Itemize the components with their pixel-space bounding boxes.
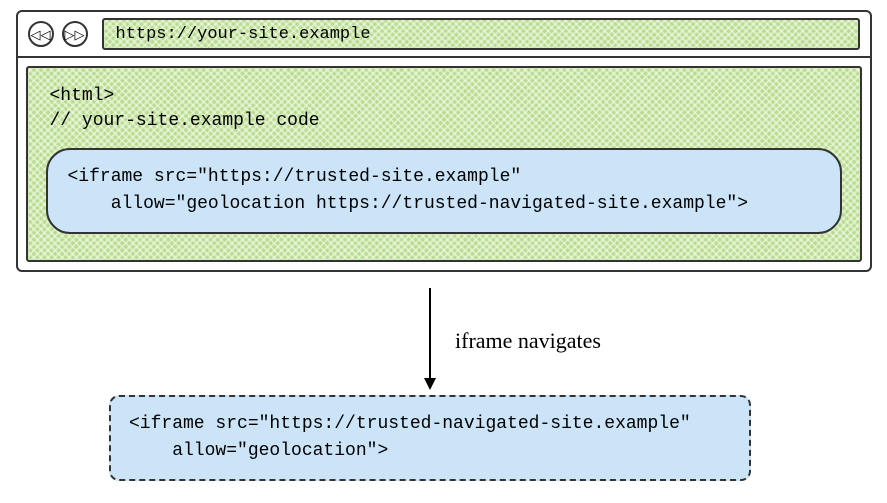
arrow-line [429,288,431,388]
browser-window: ◁◁ ▷▷ https://your-site.example <html> /… [16,10,872,272]
page-body: <html> // your-site.example code <iframe… [18,58,870,270]
arrow-head-icon [424,378,436,390]
iframe-after: <iframe src="https://trusted-navigated-s… [109,395,751,481]
url-bar[interactable]: https://your-site.example [102,18,860,50]
back-button[interactable]: ◁◁ [28,21,54,47]
site-block: <html> // your-site.example code <iframe… [26,66,862,262]
arrow-label: iframe navigates [455,328,601,354]
fast-forward-icon: ▷▷ [65,28,85,41]
rewind-icon: ◁◁ [31,28,51,41]
title-bar: ◁◁ ▷▷ https://your-site.example [18,12,870,58]
forward-button[interactable]: ▷▷ [62,21,88,47]
iframe-before: <iframe src="https://trusted-site.exampl… [46,148,842,234]
site-code: <html> // your-site.example code [50,84,842,134]
url-text: https://your-site.example [116,25,371,44]
